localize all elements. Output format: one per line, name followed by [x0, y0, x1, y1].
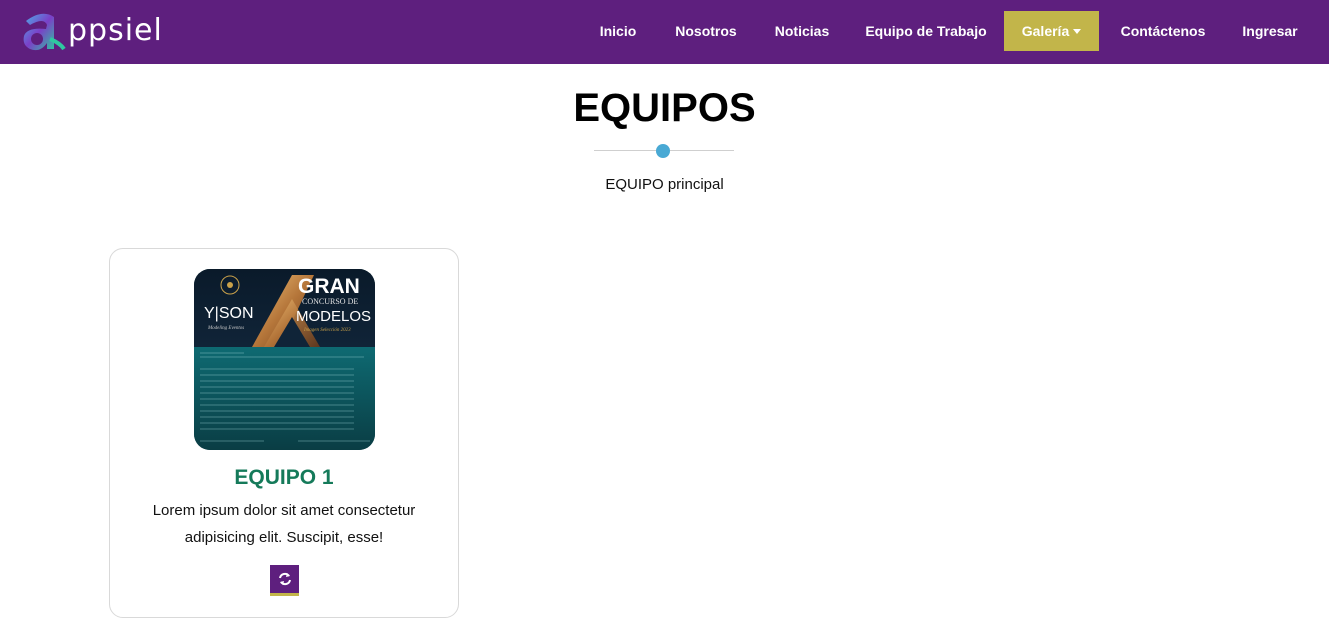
nav-inicio[interactable]: Inicio: [588, 11, 648, 51]
poster-brand-sub: Modeling Eventos: [207, 326, 244, 331]
brand-name: ppsiel: [68, 13, 163, 48]
brand-logo[interactable]: ppsiel: [20, 7, 165, 53]
team-image: Y|SON Modeling Eventos GRAN CONCURSO DE …: [194, 269, 375, 450]
poster-brand: Y|SON: [204, 305, 254, 322]
refresh-button[interactable]: [270, 565, 299, 596]
nav-equipo-de-trabajo[interactable]: Equipo de Trabajo: [858, 11, 994, 51]
appsiel-logo-icon: [23, 13, 66, 51]
nav-contactenos[interactable]: Contáctenos: [1112, 11, 1214, 51]
divider-dot: [656, 144, 670, 158]
nav-galeria-label: Galería: [1021, 23, 1070, 39]
nav-nosotros[interactable]: Nosotros: [668, 11, 744, 51]
page-subtitle: EQUIPO principal: [605, 176, 724, 193]
team-card-title: EQUIPO 1: [234, 466, 334, 489]
nav-ingresar[interactable]: Ingresar: [1234, 11, 1306, 51]
nav-noticias[interactable]: Noticias: [766, 11, 838, 51]
team-card-description: Lorem ipsum dolor sit amet consectetur a…: [152, 502, 416, 546]
contest-poster: Y|SON Modeling Eventos GRAN CONCURSO DE …: [194, 269, 375, 450]
team-card: Y|SON Modeling Eventos GRAN CONCURSO DE …: [109, 248, 459, 618]
poster-line2: CONCURSO DE: [302, 297, 358, 306]
poster-headline: GRAN: [298, 275, 360, 298]
page-title: EQUIPOS: [573, 86, 756, 130]
top-navbar: ppsiel Inicio Nosotros Noticias Equipo d…: [0, 0, 1329, 64]
nav-galeria-dropdown[interactable]: Galería: [1004, 11, 1099, 51]
refresh-icon: [278, 572, 291, 586]
poster-line3: MODELOS: [296, 308, 371, 325]
caret-down-icon: [1073, 29, 1082, 34]
poster-line4: Imagen Selección 2023: [303, 328, 351, 333]
